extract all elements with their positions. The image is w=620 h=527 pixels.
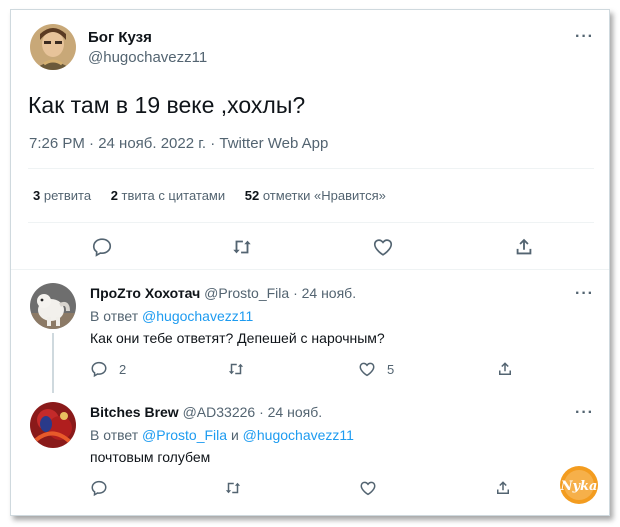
avatar-bitches-brew[interactable] xyxy=(30,402,76,448)
more-icon[interactable]: ··· xyxy=(575,28,594,46)
mention-link[interactable]: @Prosto_Fila xyxy=(142,427,227,443)
reply-1-like-count: 5 xyxy=(387,362,395,377)
reply-1-date[interactable]: · 24 нояб. xyxy=(293,285,356,301)
reply-icon[interactable] xyxy=(90,360,108,378)
reply-1-reply-count: 2 xyxy=(119,362,127,377)
reply-1-replying-to: В ответ @hugochavezz11 xyxy=(90,308,253,324)
retweet-icon[interactable] xyxy=(224,479,242,497)
thread-line xyxy=(52,333,54,393)
mention-link[interactable]: @hugochavezz11 xyxy=(142,308,253,324)
reply-2-header: Bitches Brew @AD33226 · 24 нояб. xyxy=(90,404,322,420)
like-icon[interactable] xyxy=(358,360,376,378)
quotes-label: твита с цитатами xyxy=(121,188,226,203)
divider xyxy=(28,222,594,223)
reply-2-author-name[interactable]: Bitches Brew xyxy=(90,404,179,420)
avatar-prozto-hohotach[interactable] xyxy=(30,283,76,329)
reply-2-text: почтовым голубем xyxy=(90,449,211,465)
more-icon[interactable]: ··· xyxy=(575,285,594,303)
stat-retweets[interactable]: 3 ретвита xyxy=(33,188,95,203)
quotes-count: 2 xyxy=(110,188,118,203)
replying-to-label: В ответ xyxy=(90,308,139,324)
main-author-handle[interactable]: @hugochavezz11 xyxy=(88,49,207,66)
reply-1-author-handle[interactable]: @Prosto_Fila xyxy=(204,285,289,301)
stat-quotes[interactable]: 2 твита с цитатами xyxy=(111,188,229,203)
mention-link[interactable]: @hugochavezz11 xyxy=(243,427,354,443)
share-icon[interactable] xyxy=(494,479,512,497)
reply-1-header: ПроZто Хохотач @Prosto_Fila · 24 нояб. xyxy=(90,285,356,301)
retweets-label: ретвита xyxy=(43,188,92,203)
reply-2-replying-to: В ответ @Prosto_Fila и @hugochavezz11 xyxy=(90,427,354,443)
reply-1-author-name[interactable]: ПроZто Хохотач xyxy=(90,285,200,301)
reply-icon[interactable] xyxy=(90,479,108,497)
main-tweet-meta[interactable]: 7:26 PM · 24 нояб. 2022 г. · Twitter Web… xyxy=(29,135,328,152)
avatar-bog-kuzya[interactable] xyxy=(30,24,76,70)
share-icon[interactable] xyxy=(513,236,535,258)
reply-1-text: Как они тебе ответят? Депешей с нарочным… xyxy=(90,330,385,346)
svg-text:Nyka: Nyka xyxy=(560,479,598,494)
retweet-icon[interactable] xyxy=(227,360,245,378)
tweet-thread-card: Бог Кузя @hugochavezz11 ··· Как там в 19… xyxy=(10,9,610,516)
reply-2-author-handle[interactable]: @AD33226 xyxy=(183,404,256,420)
main-tweet-text: Как там в 19 веке ,хохлы? xyxy=(28,92,306,118)
divider xyxy=(28,168,594,169)
likes-count: 52 xyxy=(244,188,260,203)
main-author-name[interactable]: Бог Кузя xyxy=(88,29,152,46)
mention-joiner: и xyxy=(230,427,239,443)
reply-icon[interactable] xyxy=(91,236,113,258)
like-icon[interactable] xyxy=(359,479,377,497)
like-icon[interactable] xyxy=(372,236,394,258)
share-icon[interactable] xyxy=(496,360,514,378)
divider xyxy=(11,269,609,270)
replying-to-label: В ответ xyxy=(90,427,139,443)
more-icon[interactable]: ··· xyxy=(575,404,594,422)
likes-label: отметки «Нравится» xyxy=(262,188,386,203)
retweets-count: 3 xyxy=(33,188,41,203)
watermark-logo: Nyka xyxy=(559,465,599,505)
stat-likes[interactable]: 52 отметки «Нравится» xyxy=(245,188,386,203)
reply-2-date[interactable]: · 24 нояб. xyxy=(259,404,322,420)
tweet-stats: 3 ретвита 2 твита с цитатами 52 отметки … xyxy=(33,188,386,203)
retweet-icon[interactable] xyxy=(231,236,253,258)
